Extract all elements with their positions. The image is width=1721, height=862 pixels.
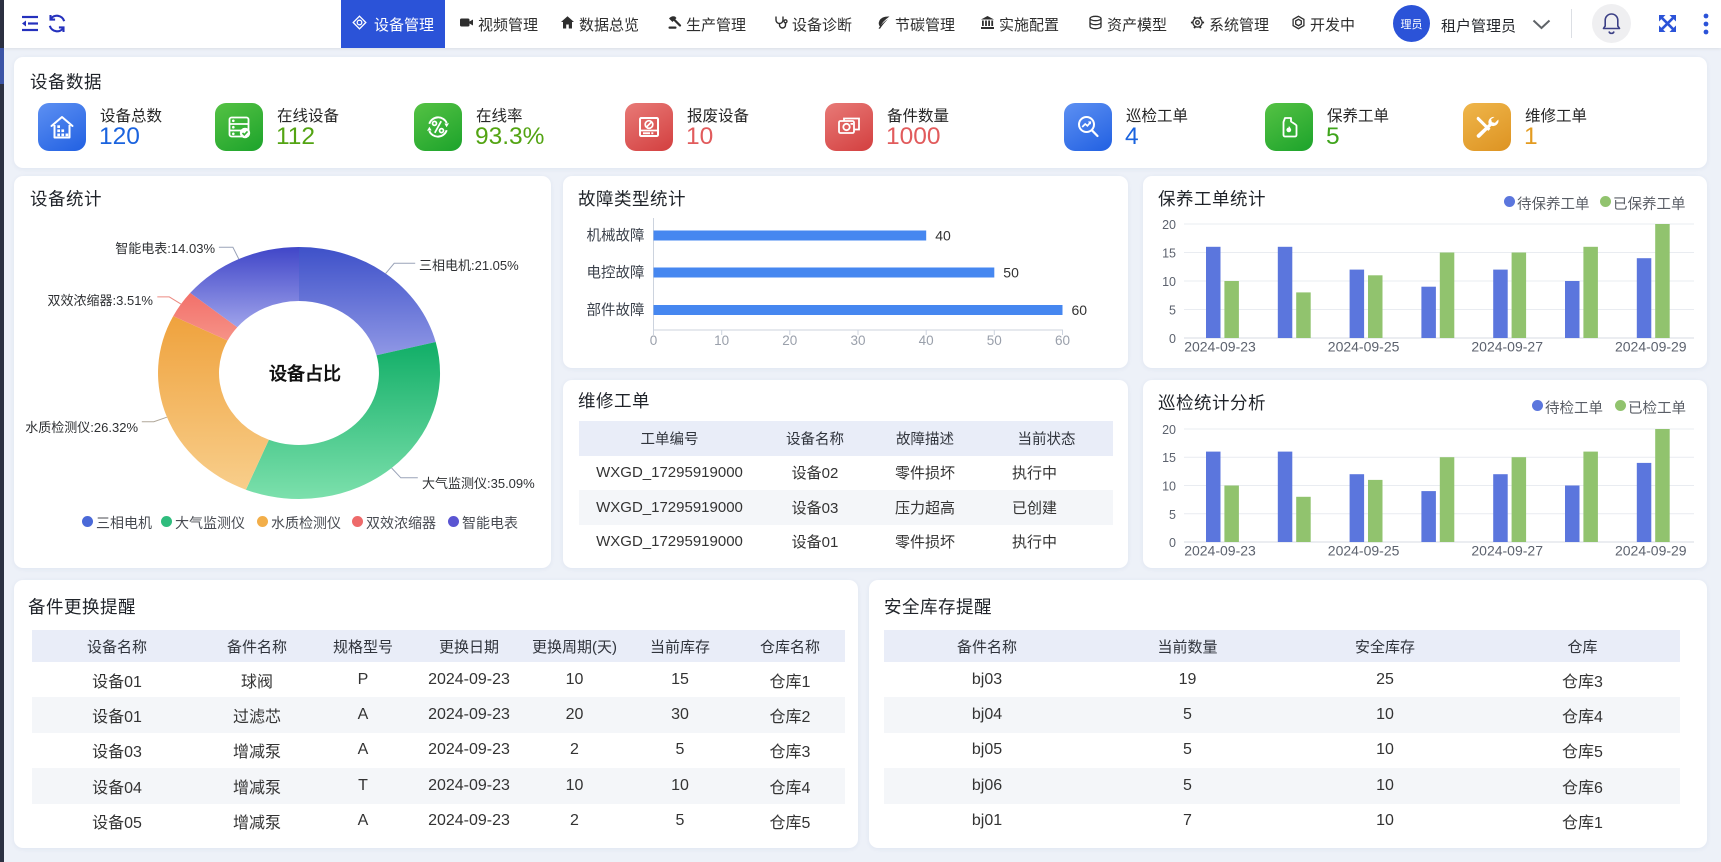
svg-text:50: 50 bbox=[1003, 265, 1019, 281]
svg-text:20: 20 bbox=[782, 333, 797, 348]
svg-text:2024-09-23: 2024-09-23 bbox=[1184, 339, 1256, 355]
svg-text:15: 15 bbox=[1162, 451, 1176, 465]
svg-text:部件故障: 部件故障 bbox=[587, 301, 645, 319]
svg-text:2024-09-23: 2024-09-23 bbox=[1184, 543, 1256, 559]
svg-text:30: 30 bbox=[850, 333, 865, 348]
svg-text:15: 15 bbox=[1162, 247, 1176, 261]
svg-text:60: 60 bbox=[1072, 302, 1088, 318]
svg-text:10: 10 bbox=[1162, 275, 1176, 289]
svg-text:5: 5 bbox=[1169, 508, 1176, 522]
svg-text:40: 40 bbox=[919, 333, 934, 348]
svg-text:20: 20 bbox=[1162, 423, 1176, 437]
svg-text:50: 50 bbox=[987, 333, 1002, 348]
svg-text:2024-09-25: 2024-09-25 bbox=[1328, 543, 1400, 559]
svg-text:40: 40 bbox=[935, 228, 951, 244]
svg-text:60: 60 bbox=[1055, 333, 1070, 348]
svg-text:0: 0 bbox=[1169, 332, 1176, 346]
svg-text:2024-09-27: 2024-09-27 bbox=[1471, 543, 1543, 559]
svg-text:10: 10 bbox=[714, 333, 729, 348]
svg-text:2024-09-29: 2024-09-29 bbox=[1615, 339, 1687, 355]
svg-text:0: 0 bbox=[650, 333, 658, 348]
svg-text:机械故障: 机械故障 bbox=[587, 227, 645, 245]
svg-text:20: 20 bbox=[1162, 218, 1176, 232]
svg-text:电控故障: 电控故障 bbox=[587, 264, 645, 282]
svg-text:5: 5 bbox=[1169, 304, 1176, 318]
svg-text:2024-09-25: 2024-09-25 bbox=[1328, 339, 1400, 355]
svg-text:2024-09-27: 2024-09-27 bbox=[1471, 339, 1543, 355]
svg-text:10: 10 bbox=[1162, 480, 1176, 494]
svg-text:0: 0 bbox=[1169, 536, 1176, 550]
svg-text:2024-09-29: 2024-09-29 bbox=[1615, 543, 1687, 559]
